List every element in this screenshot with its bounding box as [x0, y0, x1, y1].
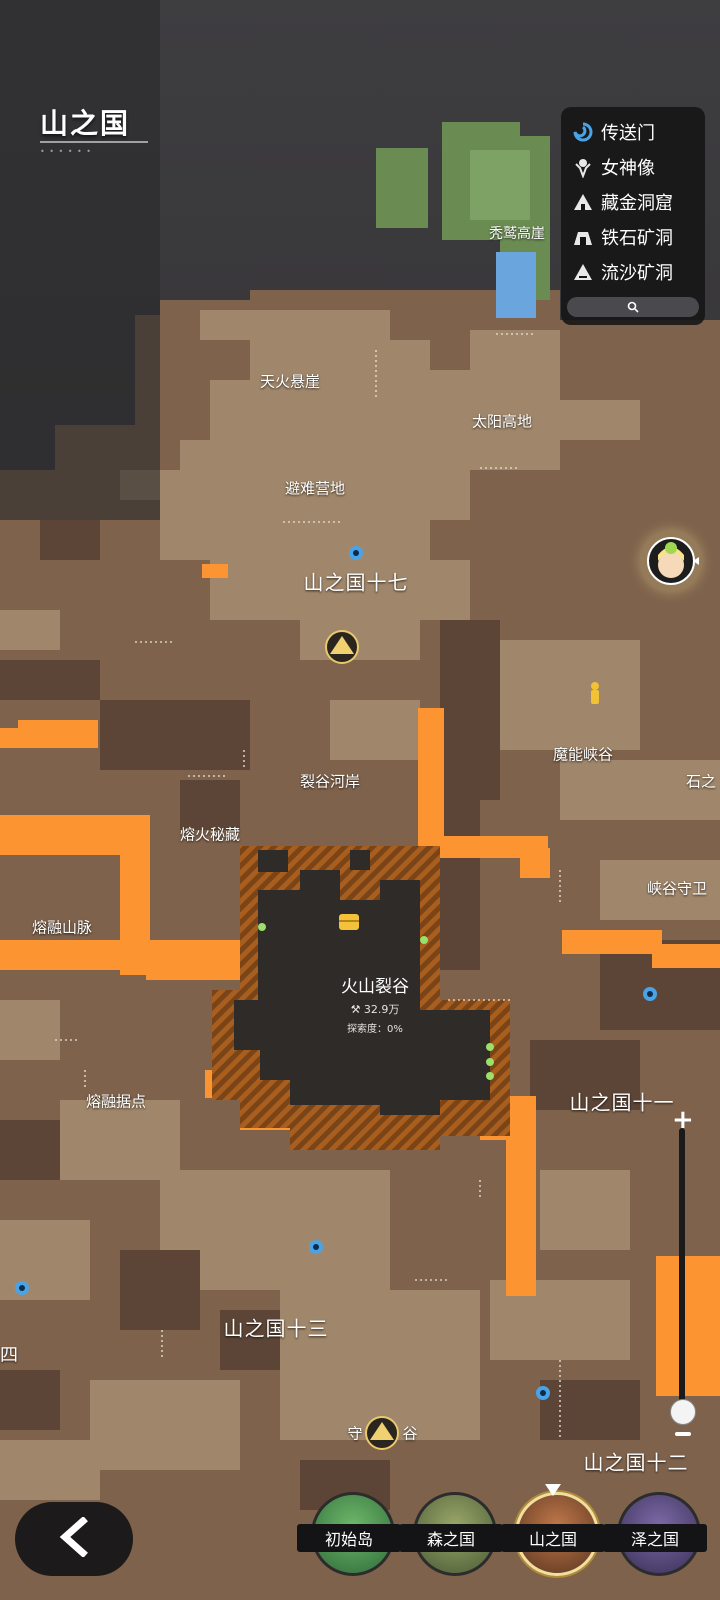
legend-label: 流沙矿洞 [601, 263, 673, 284]
selected-indicator-icon [545, 1484, 561, 1496]
stat-icon: ⚒ [350, 1003, 364, 1016]
volcano-stat-value: 32.9万 [363, 1003, 400, 1016]
volcano-stat: ⚒ 32.9万 [300, 1001, 450, 1017]
goddess-statue-icon [571, 155, 595, 179]
chevron-left-icon [57, 1516, 91, 1561]
map-label: 峡谷守卫 [646, 879, 708, 898]
treasure-cave-icon [571, 190, 595, 214]
portal-icon[interactable] [349, 546, 363, 560]
volcano-exploration: 探索度：0% [347, 1024, 403, 1035]
region-button-starter-island[interactable]: 初始岛 [297, 1492, 401, 1592]
region-button-forest[interactable]: 森之国 [399, 1492, 503, 1592]
zoom-slider-handle[interactable] [670, 1399, 696, 1425]
page-title: 山之国 [40, 107, 131, 140]
map-label: 石之 [686, 772, 717, 791]
map-label-region: 山之国十二 [583, 1450, 689, 1475]
map-label: 熔融据点 [85, 1092, 147, 1111]
region-button-mountain[interactable]: 山之国 [501, 1484, 605, 1592]
map-label: 避难营地 [284, 479, 346, 498]
map-label: 裂谷河岸 [299, 772, 361, 791]
back-button[interactable] [15, 1502, 133, 1576]
map-label-region: 山之国十三 [223, 1316, 329, 1341]
iron-mine-icon [571, 225, 595, 249]
volcano-name: 火山裂谷 [341, 977, 409, 997]
treasure-cave-icon[interactable] [365, 1416, 399, 1450]
legend-search-button[interactable] [567, 297, 699, 317]
map-label: 天火悬崖 [259, 372, 321, 391]
map-label: 守 [347, 1424, 363, 1443]
legend-item-treasure-cave[interactable]: 藏金洞窟 [571, 187, 673, 217]
map-label-region: 山之国十七 [303, 570, 409, 595]
title-dots: • • • • • • [40, 147, 93, 156]
region-label: 初始岛 [297, 1524, 401, 1552]
legend-item-quicksand-mine[interactable]: 流沙矿洞 [571, 257, 673, 287]
legend-label: 女神像 [601, 158, 655, 179]
region-label: 山之国 [501, 1524, 605, 1552]
map-label: 熔火秘藏 [179, 825, 241, 844]
map-label-region: 山之国十一 [569, 1090, 675, 1115]
portal-icon[interactable] [536, 1386, 550, 1400]
map-label: 熔融山脉 [31, 918, 93, 937]
portal-icon[interactable] [643, 987, 657, 1001]
zoom-out-button[interactable] [675, 1432, 691, 1436]
portal-icon[interactable] [309, 1240, 323, 1254]
portal-icon[interactable] [15, 1281, 29, 1295]
map-label: 秃鹫高崖 [489, 226, 545, 242]
legend-label: 藏金洞窟 [601, 193, 673, 214]
legend-item-iron-mine[interactable]: 铁石矿洞 [571, 222, 673, 252]
map-label: 魔能峡谷 [552, 745, 614, 764]
search-icon [627, 298, 639, 317]
map-label: 四 [0, 1345, 18, 1366]
treasure-cave-icon[interactable] [325, 630, 359, 664]
region-label: 森之国 [399, 1524, 503, 1552]
legend-item-goddess[interactable]: 女神像 [571, 152, 655, 182]
title-underline [40, 141, 148, 143]
quicksand-mine-icon [571, 260, 595, 284]
treasure-chest-icon[interactable] [339, 914, 359, 930]
legend-label: 传送门 [601, 123, 655, 144]
legend-label: 铁石矿洞 [601, 228, 673, 249]
map-label: 太阳高地 [471, 412, 533, 431]
map-label: 谷 [402, 1424, 418, 1443]
legend-panel: 传送门 女神像 藏金洞窟 铁石矿洞 流沙矿洞 [561, 107, 705, 325]
region-label: 泽之国 [603, 1524, 707, 1552]
volcano-rift-info[interactable]: 火山裂谷 ⚒ 32.9万 探索度：0% [300, 972, 450, 1035]
player-avatar-marker[interactable] [641, 531, 701, 591]
region-button-marsh[interactable]: 泽之国 [603, 1492, 707, 1592]
portal-icon [571, 120, 595, 144]
legend-item-portal[interactable]: 传送门 [571, 117, 655, 147]
goddess-statue-icon[interactable] [591, 682, 599, 704]
zoom-slider[interactable] [679, 1128, 685, 1413]
